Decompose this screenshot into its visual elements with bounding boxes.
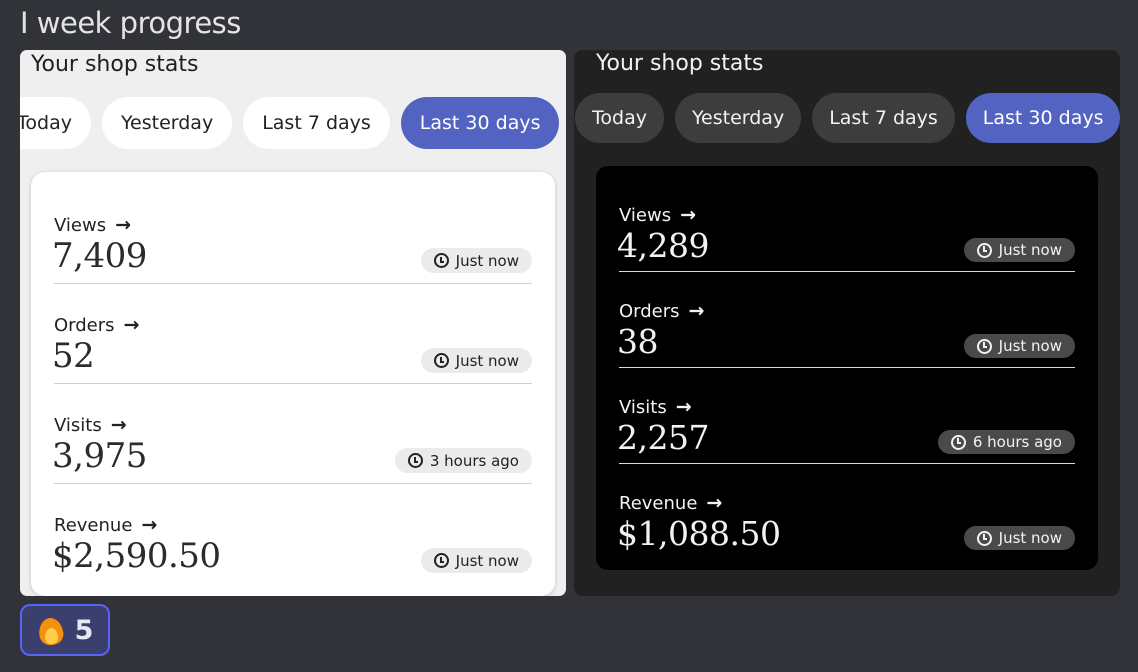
stat-row-revenue[interactable]: Revenue → $1,088.50 Just now: [617, 464, 1075, 560]
arrow-right-icon: →: [141, 514, 158, 536]
updated-text: Just now: [998, 337, 1062, 355]
updated-badge: Just now: [963, 526, 1075, 550]
tab-yesterday[interactable]: Yesterday: [674, 93, 802, 143]
stat-row-views[interactable]: Views → 4,289 Just now: [617, 176, 1075, 272]
updated-text: Just now: [998, 529, 1062, 547]
clock-icon: [433, 553, 449, 568]
stat-label: Orders: [619, 300, 680, 322]
arrow-right-icon: →: [115, 214, 132, 236]
stat-row-orders[interactable]: Orders → 38 Just now: [617, 272, 1075, 368]
arrow-right-icon: →: [123, 314, 140, 336]
stat-label: Revenue: [54, 514, 133, 536]
updated-badge: Just now: [963, 334, 1075, 358]
arrow-right-icon: →: [706, 492, 723, 514]
stat-row-visits[interactable]: Visits → 2,257 6 hours ago: [617, 368, 1075, 464]
updated-text: Just now: [998, 241, 1062, 259]
updated-text: 3 hours ago: [429, 451, 519, 470]
arrow-right-icon: →: [110, 414, 127, 436]
stat-label: Orders: [54, 314, 115, 336]
shop-stats-title: Your shop stats: [31, 52, 199, 77]
stats-card: Views → 4,289 Just now Orders → 38 Just no…: [596, 166, 1098, 570]
clock-icon: [407, 453, 423, 468]
updated-badge: Just now: [420, 548, 532, 573]
tab-last-30-days[interactable]: Last 30 days: [965, 93, 1120, 143]
shop-stats-title: Your shop stats: [596, 51, 764, 76]
updated-badge: Just now: [420, 248, 532, 273]
stat-value: $2,590.50: [52, 536, 221, 576]
reaction-button[interactable]: 5: [20, 604, 110, 656]
stat-label: Views: [54, 214, 107, 236]
tab-last-30-days[interactable]: Last 30 days: [400, 97, 560, 149]
clock-icon: [950, 434, 966, 450]
tab-last-7-days[interactable]: Last 7 days: [243, 97, 390, 149]
stat-value: 3,975: [52, 436, 147, 476]
arrow-right-icon: →: [675, 396, 692, 418]
updated-badge: Just now: [420, 348, 532, 373]
updated-text: Just now: [455, 551, 519, 570]
arrow-right-icon: →: [688, 300, 705, 322]
clock-icon: [433, 253, 449, 268]
period-tabs: Today Yesterday Last 7 days Last 30 days: [20, 97, 566, 149]
stat-label: Revenue: [619, 492, 698, 514]
stat-value: 4,289: [617, 226, 709, 265]
updated-badge: 3 hours ago: [394, 448, 532, 473]
stat-row-visits[interactable]: Visits → 3,975 3 hours ago: [52, 384, 532, 484]
stats-card: Views → 7,409 Just now Orders → 52 Just no…: [31, 172, 555, 596]
updated-text: Just now: [455, 351, 519, 370]
stat-value: $1,088.50: [617, 514, 781, 553]
updated-badge: Just now: [963, 238, 1075, 262]
stat-value: 7,409: [52, 236, 147, 276]
fire-icon: [37, 614, 65, 646]
tab-last-7-days[interactable]: Last 7 days: [812, 93, 955, 143]
shop-stats-screenshot-dark[interactable]: Your shop stats Today Yesterday Last 7 d…: [574, 50, 1120, 596]
tab-today[interactable]: Today: [20, 97, 91, 149]
updated-text: Just now: [455, 251, 519, 270]
reaction-count: 5: [74, 614, 94, 646]
stat-label: Visits: [619, 396, 667, 418]
clock-icon: [433, 353, 449, 368]
stat-value: 38: [617, 322, 659, 361]
stat-value: 52: [52, 336, 95, 376]
shop-stats-screenshot-light[interactable]: Your shop stats Today Yesterday Last 7 d…: [20, 50, 566, 596]
tab-yesterday[interactable]: Yesterday: [101, 97, 233, 149]
clock-icon: [976, 530, 992, 546]
arrow-right-icon: →: [680, 204, 697, 226]
message-text: I week progress: [20, 6, 241, 40]
stat-row-orders[interactable]: Orders → 52 Just now: [52, 284, 532, 384]
stat-label: Visits: [54, 414, 102, 436]
stat-row-views[interactable]: Views → 7,409 Just now: [52, 184, 532, 284]
clock-icon: [976, 338, 992, 354]
updated-text: 6 hours ago: [972, 433, 1062, 451]
stat-row-revenue[interactable]: Revenue → $2,590.50 Just now: [52, 484, 532, 584]
updated-badge: 6 hours ago: [937, 430, 1075, 454]
tab-today[interactable]: Today: [575, 93, 664, 143]
stat-label: Views: [619, 204, 672, 226]
clock-icon: [976, 242, 992, 258]
stat-value: 2,257: [617, 418, 709, 457]
period-tabs: Today Yesterday Last 7 days Last 30 days: [575, 93, 1120, 143]
